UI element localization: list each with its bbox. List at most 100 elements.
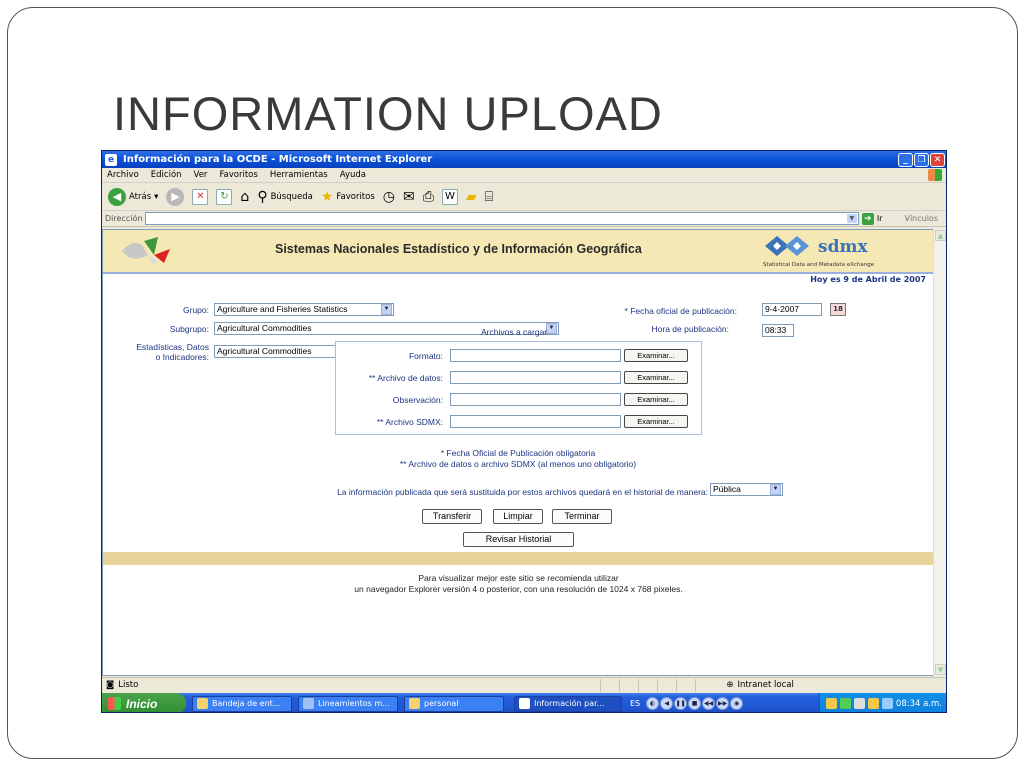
stop-button[interactable]: ✕	[192, 188, 209, 205]
scroll-down-icon[interactable]: ▼	[935, 664, 946, 675]
back-dropdown-icon[interactable]: ▾	[154, 192, 158, 202]
forward-button[interactable]: ▶	[166, 187, 185, 206]
maximize-button[interactable]: ❐	[914, 152, 929, 167]
address-dropdown-icon[interactable]: ▼	[846, 214, 857, 223]
search-button[interactable]: ⚲ Búsqueda	[257, 189, 313, 205]
window-title: Información para la OCDE - Microsoft Int…	[123, 154, 433, 165]
ie-icon: e	[105, 153, 117, 166]
menu-herramientas[interactable]: Herramientas	[270, 170, 328, 180]
task-outlook[interactable]: Bandeja de ent...	[192, 695, 292, 712]
menu-bar: Archivo Edición Ver Favoritos Herramient…	[102, 168, 946, 183]
volume-icon[interactable]: ◉	[730, 697, 744, 710]
close-button[interactable]: ✕	[930, 152, 945, 167]
note-fecha: * Fecha Oficial de Publicación obligator…	[440, 448, 596, 458]
browser-window: e Información para la OCDE - Microsoft I…	[101, 150, 947, 713]
windows-flag-icon	[108, 697, 121, 710]
estadisticas-label: Estadísticas, Datos o Indicadores:	[113, 342, 209, 362]
page-status-icon: ◙	[106, 680, 115, 690]
menu-archivo[interactable]: Archivo	[107, 170, 139, 180]
archivo-datos-browse-button[interactable]: Examinar...	[624, 371, 688, 384]
history-icon[interactable]: ◷	[383, 189, 395, 205]
forward-icon[interactable]: ▶▶	[716, 697, 730, 710]
tray-icon-3[interactable]	[853, 698, 865, 709]
archivo-sdmx-file-input[interactable]	[450, 415, 621, 428]
finish-button[interactable]: Terminar	[552, 509, 612, 524]
start-button[interactable]: Inicio	[102, 693, 186, 712]
rewind-icon[interactable]: ◀◀	[702, 697, 716, 710]
prev-icon[interactable]: ◀	[660, 697, 674, 710]
current-date: Hoy es 9 de Abril de 2007	[810, 275, 926, 284]
address-input[interactable]: ▼	[145, 212, 859, 225]
chevron-down-icon: ▼	[770, 484, 781, 495]
files-title: Archivos a cargar	[481, 327, 548, 337]
star-icon: ★	[320, 188, 334, 205]
calendar-icon[interactable]: 18	[830, 303, 846, 316]
observacion-browse-button[interactable]: Examinar...	[624, 393, 688, 406]
address-label: Dirección	[105, 214, 143, 223]
slide-title: INFORMATION UPLOAD	[113, 87, 663, 140]
fecha-input[interactable]: 9-4-2007	[762, 303, 822, 316]
go-button[interactable]: Ir	[877, 214, 883, 223]
archivo-datos-label: ** Archivo de datos:	[368, 373, 443, 383]
status-cells	[600, 678, 714, 692]
observacion-label: Observación:	[392, 395, 443, 405]
links-button[interactable]: Vínculos	[904, 214, 938, 223]
tray-icon-4[interactable]	[867, 698, 879, 709]
word-doc-icon	[303, 698, 314, 709]
history-mode-value: Pública	[713, 484, 741, 494]
go-arrow-icon[interactable]: ➔	[861, 212, 874, 225]
history-mode-label: La información publicada que será sustit…	[337, 487, 708, 497]
folder-icon[interactable]: ▰	[466, 189, 477, 205]
footer-line-1: Para visualizar mejor este sitio se reco…	[418, 573, 619, 583]
menu-ver[interactable]: Ver	[194, 170, 208, 180]
vertical-scrollbar[interactable]: ▲ ▼	[933, 229, 946, 676]
folder-icon	[409, 698, 420, 709]
pause-icon[interactable]: ❚❚	[674, 697, 688, 710]
network-icon[interactable]	[881, 698, 893, 709]
task-word[interactable]: Lineamientos m...	[298, 695, 398, 712]
favorites-button[interactable]: ★ Favoritos	[321, 189, 375, 205]
task-folder[interactable]: personal	[404, 695, 504, 712]
history-mode-select[interactable]: Pública ▼	[710, 483, 783, 496]
stop-icon[interactable]: ■	[688, 697, 702, 710]
review-history-button[interactable]: Revisar Historial	[463, 532, 574, 547]
sdmx-subtitle: Statistical Data and Metadata eXchange	[763, 262, 875, 268]
home-icon[interactable]: ⌂	[240, 189, 249, 205]
back-button[interactable]: ◀ Atrás ▾	[108, 187, 158, 206]
refresh-button[interactable]: ↻	[216, 188, 233, 205]
menu-ayuda[interactable]: Ayuda	[340, 170, 366, 180]
formato-browse-button[interactable]: Examinar...	[624, 349, 688, 362]
word-icon[interactable]: W	[441, 188, 458, 205]
search-icon: ⚲	[257, 188, 268, 205]
estadisticas-label-line-1: Estadísticas, Datos	[136, 342, 209, 352]
media-icon[interactable]: ◐	[646, 697, 660, 710]
tray-icon-1[interactable]	[825, 698, 837, 709]
hora-input[interactable]: 08:33	[762, 324, 794, 337]
grupo-select[interactable]: Agriculture and Fisheries Statistics ▼	[214, 303, 394, 316]
menu-edicion[interactable]: Edición	[151, 170, 182, 180]
tray-icon-2[interactable]	[839, 698, 851, 709]
formato-file-input[interactable]	[450, 349, 621, 362]
archivo-sdmx-browse-button[interactable]: Examinar...	[624, 415, 688, 428]
clear-button[interactable]: Limpiar	[493, 509, 543, 524]
observacion-file-input[interactable]	[450, 393, 621, 406]
grupo-value: Agriculture and Fisheries Statistics	[217, 304, 348, 314]
archivo-datos-file-input[interactable]	[450, 371, 621, 384]
archivo-sdmx-label: ** Archivo SDMX:	[376, 417, 443, 427]
transfer-button[interactable]: Transferir	[422, 509, 482, 524]
system-tray: 08:34 a.m.	[818, 693, 946, 712]
mail-icon[interactable]: ✉	[403, 189, 415, 205]
outlook-icon	[197, 698, 208, 709]
favorites-label: Favoritos	[336, 191, 375, 202]
task-ie[interactable]: Información par...	[514, 695, 622, 712]
language-indicator[interactable]: ES	[630, 699, 640, 708]
sdmx-wordmark: sdmx	[818, 237, 868, 257]
task-outlook-label: Bandeja de ent...	[212, 699, 281, 708]
print-icon[interactable]: ⎙	[423, 189, 434, 205]
menu-favoritos[interactable]: Favoritos	[219, 170, 257, 180]
clock: 08:34 a.m.	[895, 698, 942, 709]
research-icon[interactable]: ⌸	[485, 189, 493, 205]
minimize-button[interactable]: _	[898, 152, 913, 167]
scroll-up-icon[interactable]: ▲	[935, 230, 946, 241]
estadisticas-select[interactable]: Agricultural Commodities ▼	[214, 345, 352, 358]
